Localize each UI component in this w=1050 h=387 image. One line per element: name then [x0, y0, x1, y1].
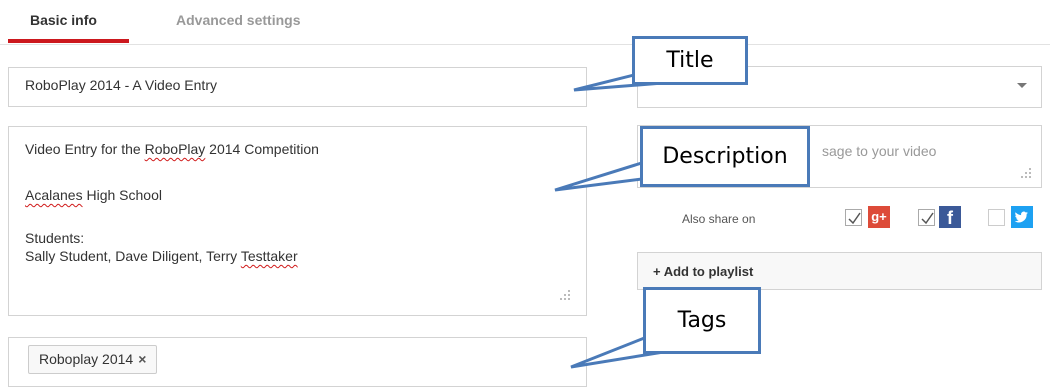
google-plus-icon: g+ — [868, 206, 890, 228]
title-input-value: RoboPlay 2014 - A Video Entry — [25, 77, 217, 93]
message-resize-handle[interactable] — [1021, 168, 1033, 180]
facebook-icon: f — [939, 206, 961, 228]
callout-tags: Tags — [643, 287, 761, 354]
tab-basic-info[interactable]: Basic info — [30, 12, 97, 28]
tab-advanced-settings[interactable]: Advanced settings — [176, 12, 300, 28]
active-tab-indicator — [8, 39, 129, 43]
tab-divider — [0, 44, 1050, 45]
checkmark-icon — [848, 212, 861, 225]
twitter-checkbox[interactable] — [988, 209, 1005, 226]
google-plus-checkbox[interactable] — [845, 209, 862, 226]
chevron-down-icon[interactable] — [1017, 83, 1027, 88]
tag-remove-icon[interactable]: × — [138, 351, 146, 367]
checkmark-icon — [921, 212, 934, 225]
description-line-4: Sally Student, Dave Diligent, Terry Test… — [25, 248, 298, 264]
description-line-2: Acalanes High School — [25, 187, 162, 203]
share-label: Also share on — [682, 212, 756, 226]
description-resize-handle[interactable] — [560, 290, 572, 302]
share-message-placeholder: sage to your video — [822, 143, 937, 159]
description-line-3: Students: — [25, 230, 85, 246]
tag-chip: Roboplay 2014 × — [28, 345, 158, 374]
callout-description: Description — [640, 126, 810, 187]
tag-chip-label: Roboplay 2014 — [39, 351, 134, 367]
facebook-checkbox[interactable] — [918, 209, 935, 226]
add-to-playlist-button[interactable]: + Add to playlist — [637, 252, 1042, 290]
description-line-1: Video Entry for the RoboPlay 2014 Compet… — [25, 141, 319, 157]
twitter-icon — [1011, 206, 1033, 228]
callout-title: Title — [632, 36, 748, 85]
